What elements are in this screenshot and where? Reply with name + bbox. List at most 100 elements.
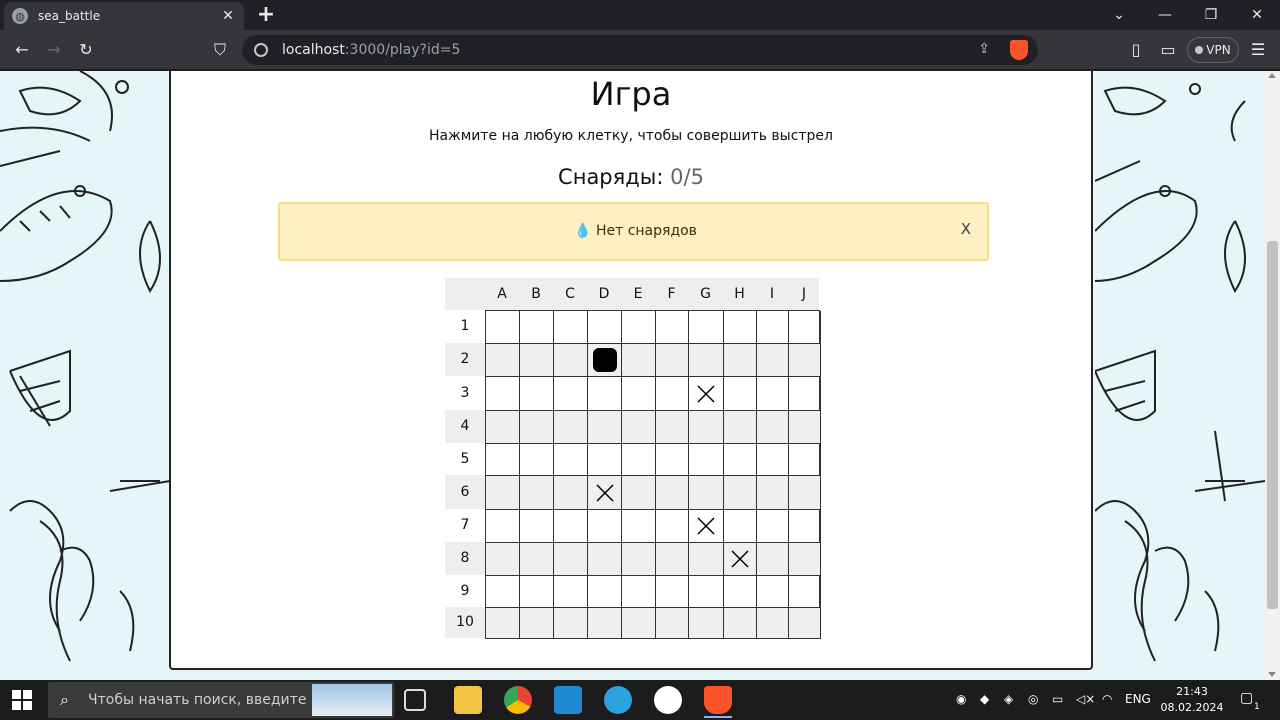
board-cell[interactable] xyxy=(789,543,821,576)
board-cell[interactable] xyxy=(789,444,821,476)
board-cell[interactable] xyxy=(789,476,821,510)
board-cell[interactable] xyxy=(757,476,789,510)
share-icon[interactable]: ⇪ xyxy=(978,41,990,57)
board-cell[interactable] xyxy=(689,608,724,639)
board-cell[interactable] xyxy=(486,476,520,510)
page-scrollbar[interactable] xyxy=(1265,71,1280,680)
board-cell[interactable] xyxy=(757,444,789,476)
board-cell[interactable] xyxy=(689,311,724,344)
alert-close-button[interactable]: X xyxy=(961,220,971,238)
board-cell[interactable] xyxy=(689,411,724,444)
board-cell[interactable] xyxy=(588,344,622,377)
board-cell[interactable] xyxy=(520,344,554,377)
board-cell[interactable] xyxy=(486,444,520,476)
board-cell[interactable] xyxy=(656,411,689,444)
board-cell[interactable] xyxy=(520,444,554,476)
board-cell[interactable] xyxy=(554,608,588,639)
board-cell[interactable] xyxy=(520,608,554,639)
vpn-button[interactable]: VPN xyxy=(1187,37,1239,63)
board-cell[interactable] xyxy=(554,476,588,510)
forward-button[interactable]: → xyxy=(42,38,66,62)
network-app-tray-icon[interactable]: ◎ xyxy=(1028,692,1038,706)
sidebar-icon[interactable]: ▯ xyxy=(1124,38,1148,62)
board-cell[interactable] xyxy=(789,510,821,543)
board-cell[interactable] xyxy=(588,377,622,411)
tab-search-icon[interactable]: ⌄ xyxy=(1096,0,1142,30)
board-cell[interactable] xyxy=(757,608,789,639)
board-cell[interactable] xyxy=(656,476,689,510)
address-bar[interactable]: localhost:3000/play?id=5 ⇪ xyxy=(242,35,1038,65)
board-cell[interactable] xyxy=(689,510,724,543)
board-cell[interactable] xyxy=(554,543,588,576)
board-cell[interactable] xyxy=(486,608,520,639)
board-cell[interactable] xyxy=(588,543,622,576)
board-cell[interactable] xyxy=(588,510,622,543)
wifi-icon[interactable]: ◠ xyxy=(1102,692,1112,706)
board-cell[interactable] xyxy=(689,344,724,377)
board-cell[interactable] xyxy=(724,543,757,576)
board-cell[interactable] xyxy=(588,411,622,444)
board-cell[interactable] xyxy=(588,444,622,476)
board-cell[interactable] xyxy=(656,311,689,344)
windows-start-icon[interactable] xyxy=(12,690,32,710)
board-cell[interactable] xyxy=(789,411,821,444)
board-cell[interactable] xyxy=(622,444,656,476)
board-cell[interactable] xyxy=(656,608,689,639)
security-tray-icon[interactable]: ◆ xyxy=(980,692,989,706)
board-cell[interactable] xyxy=(789,344,821,377)
board-cell[interactable] xyxy=(724,510,757,543)
language-indicator[interactable]: ENG xyxy=(1125,692,1151,706)
brave-browser-icon[interactable] xyxy=(704,686,732,714)
brave-shields-icon[interactable] xyxy=(1010,40,1028,60)
board-cell[interactable] xyxy=(486,411,520,444)
reload-button[interactable]: ↻ xyxy=(74,38,98,62)
board-cell[interactable] xyxy=(689,576,724,608)
board-cell[interactable] xyxy=(724,411,757,444)
wallet-icon[interactable]: ▭ xyxy=(1156,38,1180,62)
board-cell[interactable] xyxy=(689,377,724,411)
board-cell[interactable] xyxy=(622,510,656,543)
board-cell[interactable] xyxy=(724,444,757,476)
board-cell[interactable] xyxy=(757,576,789,608)
task-view-icon[interactable] xyxy=(404,689,426,711)
system-clock[interactable]: 21:43 08.02.2024 xyxy=(1152,684,1232,716)
board-cell[interactable] xyxy=(588,608,622,639)
board-cell[interactable] xyxy=(757,510,789,543)
notifications-icon[interactable]: ▢ xyxy=(1240,690,1253,706)
board-cell[interactable] xyxy=(520,377,554,411)
new-tab-button[interactable]: + xyxy=(254,3,278,27)
board-cell[interactable] xyxy=(724,311,757,344)
bookmark-icon[interactable]: ⛉ xyxy=(208,38,232,62)
board-cell[interactable] xyxy=(622,344,656,377)
site-info-icon[interactable] xyxy=(254,43,268,57)
board-cell[interactable] xyxy=(656,444,689,476)
board-cell[interactable] xyxy=(554,377,588,411)
board-cell[interactable] xyxy=(789,608,821,639)
board-cell[interactable] xyxy=(622,543,656,576)
board-cell[interactable] xyxy=(789,311,821,344)
restore-button[interactable]: ❐ xyxy=(1188,0,1234,30)
scroll-up-icon[interactable] xyxy=(1268,73,1276,78)
board-cell[interactable] xyxy=(757,543,789,576)
board-cell[interactable] xyxy=(520,411,554,444)
board-cell[interactable] xyxy=(724,608,757,639)
board-cell[interactable] xyxy=(724,476,757,510)
board-cell[interactable] xyxy=(588,576,622,608)
taskbar-search-box[interactable]: ⌕ Чтобы начать поиск, введите xyxy=(48,682,394,718)
board-cell[interactable] xyxy=(656,576,689,608)
board-cell[interactable] xyxy=(789,377,821,411)
board-cell[interactable] xyxy=(757,411,789,444)
vscode-icon[interactable] xyxy=(554,686,582,714)
board-cell[interactable] xyxy=(622,476,656,510)
discord-tray-icon[interactable]: ◉ xyxy=(956,692,966,706)
board-cell[interactable] xyxy=(486,576,520,608)
app-tray-icon[interactable]: ◈ xyxy=(1004,692,1013,706)
board-cell[interactable] xyxy=(554,510,588,543)
board-cell[interactable] xyxy=(588,476,622,510)
volume-muted-icon[interactable]: ◁× xyxy=(1076,692,1095,706)
close-window-button[interactable]: ✕ xyxy=(1234,0,1280,30)
board-cell[interactable] xyxy=(520,311,554,344)
scroll-down-icon[interactable] xyxy=(1268,672,1276,677)
board-cell[interactable] xyxy=(554,344,588,377)
board-cell[interactable] xyxy=(554,576,588,608)
